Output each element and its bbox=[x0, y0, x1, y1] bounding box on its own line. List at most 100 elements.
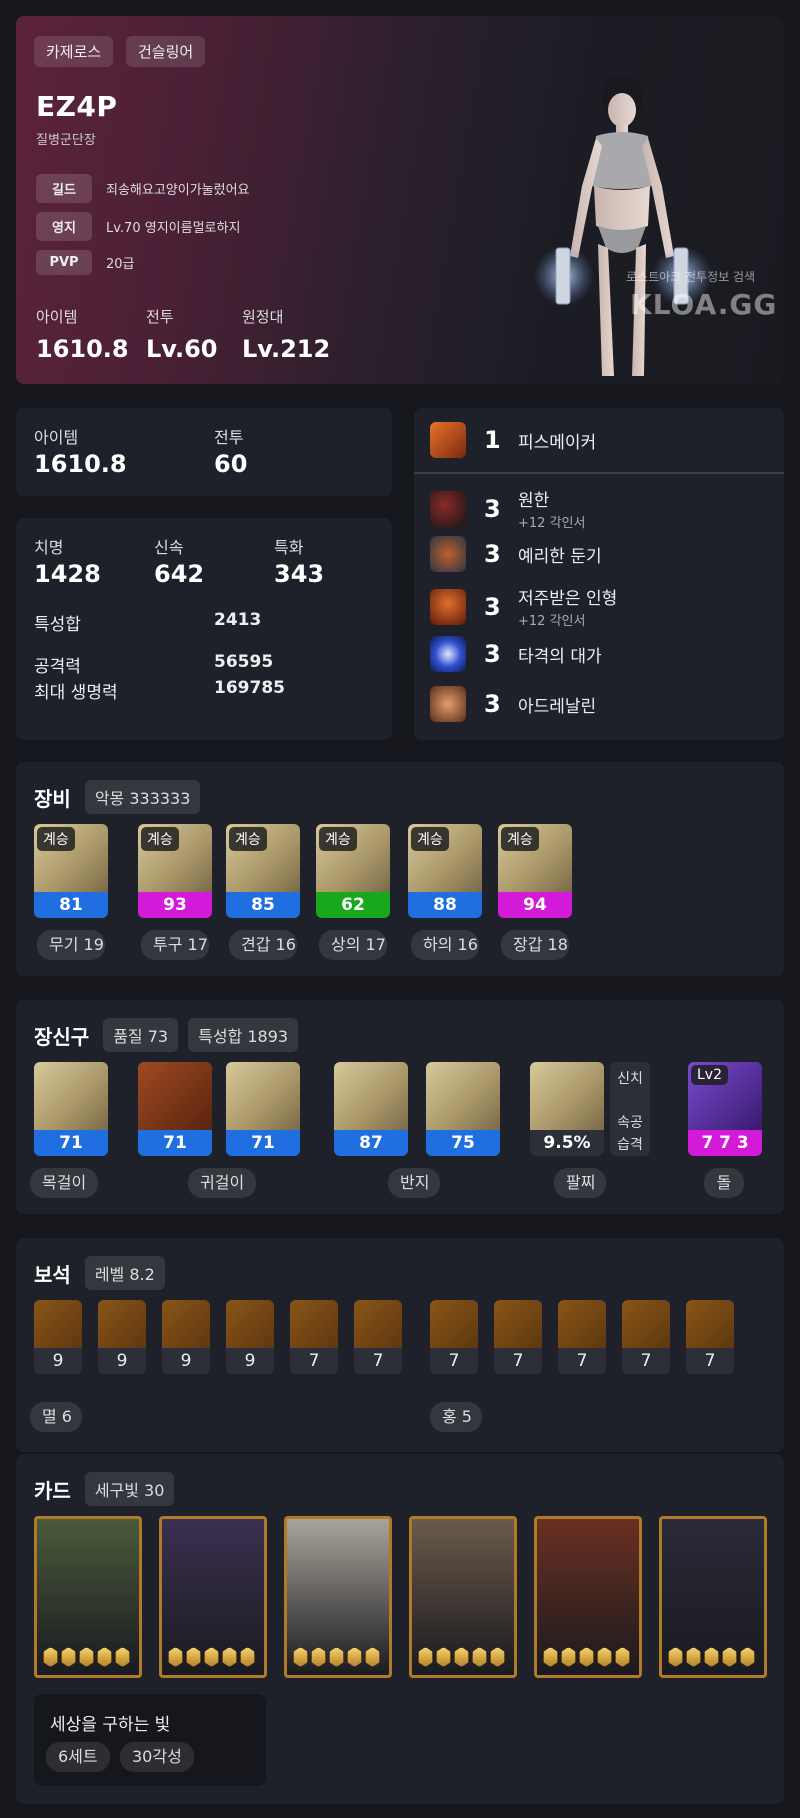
card-twins-icon[interactable] bbox=[159, 1516, 267, 1678]
equipment-label: 상의 17 bbox=[319, 930, 387, 960]
inherit-badge: 계승 bbox=[141, 827, 179, 851]
engraving-row[interactable]: 1 피스메이커 bbox=[430, 422, 596, 458]
engraving-row[interactable]: 3 예리한 둔기 bbox=[430, 536, 602, 572]
equipment-label: 하의 16 bbox=[411, 930, 479, 960]
hit-master-icon bbox=[430, 636, 466, 672]
engraving-name: 저주받은 인형 bbox=[518, 589, 618, 609]
server-chip[interactable]: 카제로스 bbox=[34, 36, 114, 67]
card-elf-icon[interactable] bbox=[34, 1516, 142, 1678]
damage-gem[interactable]: 7 bbox=[354, 1300, 402, 1374]
max-hp-value: 169785 bbox=[214, 678, 285, 698]
gem-icon bbox=[558, 1300, 606, 1348]
profile-hero: 카제로스 건슬링어 EZ4P 질병군단장 길드 죄송해요고양이가눌렀어요 영지 … bbox=[16, 16, 784, 384]
stat-sum-tag: 특성합 1893 bbox=[188, 1018, 299, 1052]
engraving-divider bbox=[414, 472, 784, 474]
inherit-badge: 계승 bbox=[229, 827, 267, 851]
item-level-stat: 아이템 1610.8 bbox=[36, 306, 129, 363]
engraving-name: 타격의 대가 bbox=[518, 646, 602, 667]
engraving-row[interactable]: 3 아드레날린 bbox=[430, 686, 596, 722]
equipment-slot[interactable]: 계승 62 bbox=[316, 824, 390, 918]
gem-level: 7 bbox=[354, 1348, 402, 1374]
accessory-slot[interactable]: Lv2 7 7 3 bbox=[688, 1062, 762, 1156]
card-angel-icon[interactable] bbox=[284, 1516, 392, 1678]
earring-icon bbox=[138, 1062, 212, 1130]
cooldown-gem-label: 홍 5 bbox=[430, 1402, 482, 1432]
necklace-label: 목걸이 bbox=[30, 1168, 98, 1198]
swift-label: 신속 bbox=[154, 538, 184, 557]
gem-level: 9 bbox=[98, 1348, 146, 1374]
gem-icon bbox=[686, 1300, 734, 1348]
bracelet-label: 팔찌 bbox=[554, 1168, 606, 1198]
awaken-gems bbox=[668, 1647, 755, 1667]
watermark-caption: 로스트아크 전투정보 검색 bbox=[626, 270, 756, 284]
guild-row: 길드 죄송해요고양이가눌렀어요 bbox=[36, 174, 250, 203]
gem-icon bbox=[226, 1300, 274, 1348]
equipment-set-tag: 악몽 333333 bbox=[84, 780, 201, 814]
engraving-level: 3 bbox=[484, 690, 501, 718]
earring-icon bbox=[226, 1062, 300, 1130]
keen-blunt-icon bbox=[430, 536, 466, 572]
equipment-label: 견갑 16 bbox=[229, 930, 297, 960]
engraving-row[interactable]: 3 저주받은 인형 +12 각인서 bbox=[430, 584, 617, 629]
cooldown-gem[interactable]: 7 bbox=[686, 1300, 734, 1374]
crit-label: 치명 bbox=[34, 538, 64, 557]
stat-label: 아이템 bbox=[36, 308, 78, 326]
damage-gem[interactable]: 9 bbox=[226, 1300, 274, 1374]
card-knight-icon[interactable] bbox=[409, 1516, 517, 1678]
equipment-panel: 장비 악몽 333333 계승 81 무기 19 계승 93 투구 17 계승 85 견갑 16… bbox=[16, 762, 784, 976]
cards-title: 카드 bbox=[34, 1478, 71, 1503]
card-warrior-icon[interactable] bbox=[659, 1516, 767, 1678]
accessory-slot[interactable]: 71 bbox=[34, 1062, 108, 1156]
equipment-slot[interactable]: 계승 94 bbox=[498, 824, 572, 918]
damage-gem[interactable]: 9 bbox=[162, 1300, 210, 1374]
card-armored-icon[interactable] bbox=[534, 1516, 642, 1678]
cooldown-gem[interactable]: 7 bbox=[494, 1300, 542, 1374]
quality-tag: 품질 73 bbox=[103, 1018, 179, 1052]
guild-label: 길드 bbox=[36, 174, 92, 203]
stone-label: 돌 bbox=[704, 1168, 744, 1198]
gem-level: 9 bbox=[34, 1348, 82, 1374]
gem-level: 7 bbox=[686, 1348, 734, 1374]
max-hp-label: 최대 생명력 bbox=[34, 683, 118, 703]
estate-row: 영지 Lv.70 영지이름멀로하지 bbox=[36, 212, 240, 241]
quality-value: 71 bbox=[138, 1130, 212, 1156]
swift-value: 642 bbox=[154, 560, 205, 588]
equipment-slot[interactable]: 계승 85 bbox=[226, 824, 300, 918]
engraving-level: 1 bbox=[484, 426, 501, 454]
gems-title: 보석 bbox=[34, 1262, 71, 1287]
accessory-slot[interactable]: 9.5% bbox=[530, 1062, 604, 1156]
quality-value: 75 bbox=[426, 1130, 500, 1156]
engraving-row[interactable]: 3 타격의 대가 bbox=[430, 636, 602, 672]
cards-panel: 카드 세구빛 30 세상을 구하는 빛 6세트 30각성 bbox=[16, 1454, 784, 1804]
gem-level-tag: 레벨 8.2 bbox=[84, 1256, 165, 1290]
accessory-slot[interactable]: 75 bbox=[426, 1062, 500, 1156]
pvp-label: PVP bbox=[36, 250, 92, 275]
damage-gem[interactable]: 9 bbox=[34, 1300, 82, 1374]
cooldown-gem[interactable]: 7 bbox=[558, 1300, 606, 1374]
gem-level: 7 bbox=[430, 1348, 478, 1374]
cooldown-gem[interactable]: 7 bbox=[622, 1300, 670, 1374]
card-awaken-count: 30각성 bbox=[120, 1742, 194, 1772]
awaken-gems bbox=[293, 1647, 380, 1667]
awaken-gems bbox=[43, 1647, 130, 1667]
combat-stats-panel: 치명 1428 신속 642 특화 343 특성합 2413 공격력 56595… bbox=[16, 518, 392, 740]
equipment-slot[interactable]: 계승 88 bbox=[408, 824, 482, 918]
damage-gem[interactable]: 7 bbox=[290, 1300, 338, 1374]
necklace-icon bbox=[34, 1062, 108, 1130]
class-chip[interactable]: 건슬링어 bbox=[126, 36, 206, 67]
equipment-slot[interactable]: 계승 81 bbox=[34, 824, 108, 918]
inherit-badge: 계승 bbox=[501, 827, 539, 851]
damage-gem[interactable]: 9 bbox=[98, 1300, 146, 1374]
engraving-row[interactable]: 3 원한 +12 각인서 bbox=[430, 486, 585, 531]
accessory-slot[interactable]: 71 bbox=[138, 1062, 212, 1156]
gems-panel: 보석 레벨 8.2 99997777777 멸 6 홍 5 bbox=[16, 1238, 784, 1452]
engraving-level: 3 bbox=[484, 540, 501, 568]
cooldown-gem[interactable]: 7 bbox=[430, 1300, 478, 1374]
quality-value: 71 bbox=[34, 1130, 108, 1156]
accessory-slot[interactable]: 87 bbox=[334, 1062, 408, 1156]
stat-value: Lv.212 bbox=[242, 335, 331, 363]
accessory-slot[interactable]: 71 bbox=[226, 1062, 300, 1156]
equipment-slot[interactable]: 계승 93 bbox=[138, 824, 212, 918]
gem-level: 7 bbox=[558, 1348, 606, 1374]
inherit-badge: 계승 bbox=[37, 827, 75, 851]
